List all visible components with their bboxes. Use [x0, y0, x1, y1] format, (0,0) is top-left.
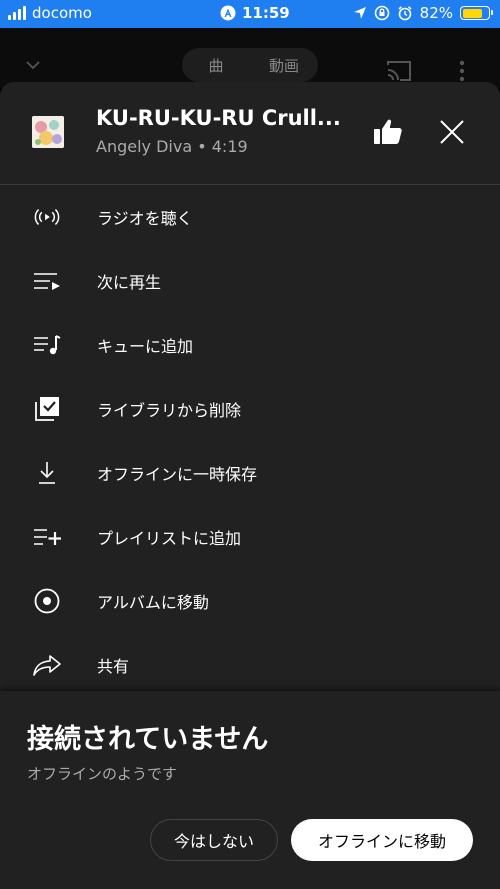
status-bar: docomo 11:59 82% — [0, 0, 500, 28]
menu-item-go-album[interactable]: アルバムに移動 — [0, 569, 500, 633]
close-icon[interactable] — [440, 120, 464, 144]
menu-item-remove-library[interactable]: ライブラリから削除 — [0, 377, 500, 441]
album-icon — [33, 588, 61, 614]
menu-item-share[interactable]: 共有 — [0, 633, 500, 697]
carrier-group: docomo — [8, 4, 92, 22]
tab-song[interactable]: 曲 — [182, 48, 250, 82]
battery-percent: 82% — [419, 4, 453, 22]
menu-label-add-playlist: プレイリストに追加 — [97, 529, 242, 548]
clock: 11:59 — [242, 4, 290, 22]
screen-time-icon — [220, 5, 236, 21]
thumbs-up-icon[interactable] — [373, 118, 403, 146]
song-subtitle: Angely Diva • 4:19 — [96, 137, 248, 156]
library-remove-icon — [33, 396, 61, 422]
playlist-add-icon — [33, 524, 61, 550]
add-to-queue-icon — [33, 332, 61, 358]
status-right: 82% — [353, 4, 493, 22]
menu-item-download[interactable]: オフラインに一時保存 — [0, 441, 500, 505]
location-icon — [353, 7, 366, 19]
menu-label-download: オフラインに一時保存 — [97, 465, 258, 484]
signal-icon — [8, 6, 26, 20]
radio-icon — [33, 204, 61, 230]
not-now-button[interactable]: 今はしない — [150, 819, 278, 861]
menu-label-add-queue: キューに追加 — [97, 337, 194, 356]
chevron-down-icon[interactable] — [26, 58, 40, 72]
menu-label-radio: ラジオを聴く — [97, 209, 193, 228]
separator-dot: • — [197, 137, 207, 156]
song-info-row: KU-RU-KU-RU Crull... Angely Diva • 4:19 — [0, 82, 500, 185]
song-title: KU-RU-KU-RU Crull... — [96, 106, 341, 130]
battery-icon — [460, 6, 493, 20]
menu-label-go-album: アルバムに移動 — [97, 593, 209, 612]
player-header: 曲 動画 — [0, 28, 500, 88]
tab-video[interactable]: 動画 — [250, 48, 318, 82]
offline-panel: 接続されていません オフラインのようです 今はしない オフラインに移動 — [0, 691, 500, 889]
album-art — [32, 116, 64, 148]
menu-label-play-next: 次に再生 — [97, 273, 162, 292]
time-group: 11:59 — [220, 4, 290, 22]
alarm-icon — [398, 6, 412, 21]
more-vert-icon[interactable] — [458, 60, 466, 82]
offline-subtitle: オフラインのようです — [27, 765, 178, 783]
rotation-lock-icon — [374, 5, 389, 21]
song-video-toggle[interactable]: 曲 動画 — [182, 48, 318, 82]
cast-icon[interactable] — [385, 60, 413, 82]
song-options-sheet: KU-RU-KU-RU Crull... Angely Diva • 4:19 … — [0, 82, 500, 722]
menu-item-radio[interactable]: ラジオを聴く — [0, 185, 500, 249]
share-icon — [33, 652, 61, 678]
play-next-icon — [33, 268, 61, 294]
menu-item-add-queue[interactable]: キューに追加 — [0, 313, 500, 377]
download-icon — [33, 460, 61, 486]
song-duration: 4:19 — [211, 137, 248, 156]
offline-title: 接続されていません — [27, 724, 269, 755]
menu-item-play-next[interactable]: 次に再生 — [0, 249, 500, 313]
options-menu: ラジオを聴く 次に再生 キューに追加 ライブラリから削除 オフラインに一時保存 … — [0, 185, 500, 697]
artist-name: Angely Diva — [96, 137, 193, 156]
menu-label-share: 共有 — [97, 657, 130, 676]
go-offline-button[interactable]: オフラインに移動 — [291, 819, 473, 861]
carrier-name: docomo — [32, 4, 92, 22]
menu-label-remove-library: ライブラリから削除 — [97, 401, 242, 420]
menu-item-add-playlist[interactable]: プレイリストに追加 — [0, 505, 500, 569]
